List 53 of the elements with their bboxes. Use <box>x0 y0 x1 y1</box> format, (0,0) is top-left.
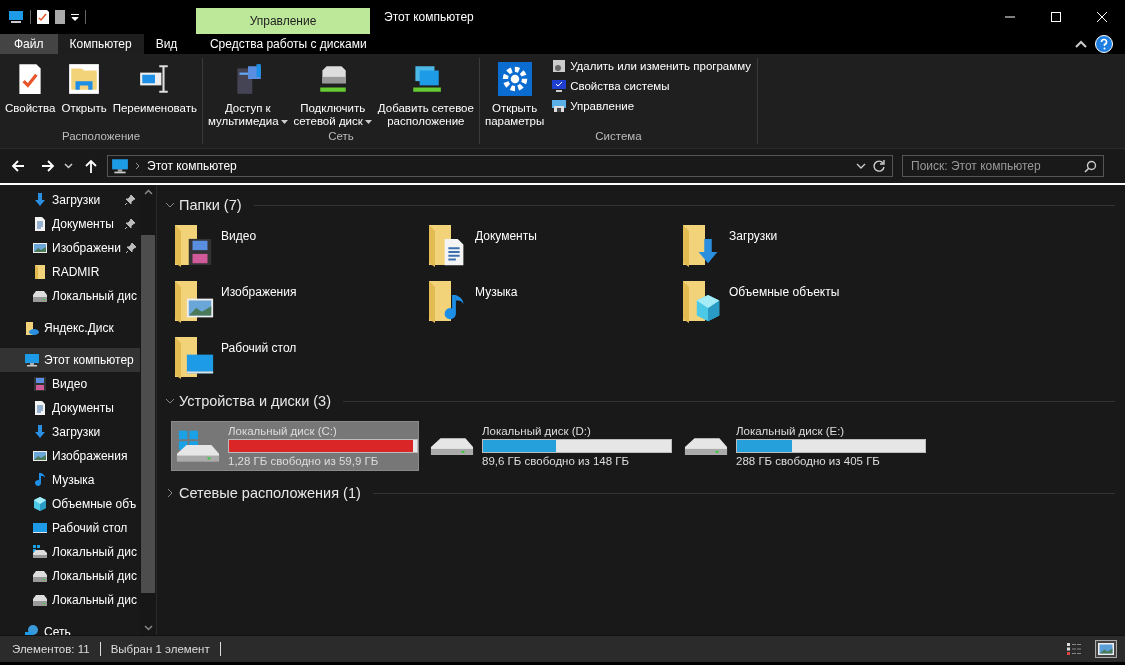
ribbon-tab[interactable]: Средства работы с дисками <box>201 34 376 54</box>
ribbon-button[interactable]: Открыть <box>58 58 110 117</box>
ribbon-button[interactable]: Добавить сетевое расположение <box>374 58 477 130</box>
window-title: Этот компьютер <box>383 9 475 26</box>
folder-item[interactable]: Объемные объекты <box>683 281 937 323</box>
ribbon-button[interactable]: Подключить сетевой диск <box>290 58 375 130</box>
nav-item[interactable]: Этот компьютер <box>0 348 140 372</box>
ribbon-button[interactable]: Переименовать <box>109 58 200 117</box>
ribbon-button[interactable]: Доступ к мультимедиа <box>205 58 291 130</box>
path-segment[interactable]: Этот компьютер <box>147 159 237 173</box>
section-title[interactable]: Папки (7) <box>179 197 242 213</box>
drive-item[interactable]: Локальный диск (D:) 89,6 ГБ свободно из 148 ГБ <box>425 421 673 471</box>
ribbon-tab[interactable]: Вид <box>143 34 190 54</box>
nav-item[interactable]: Видео <box>0 372 140 396</box>
nav-item[interactable]: Локальный дис <box>0 540 140 564</box>
folder-item[interactable]: Загрузки <box>683 225 937 267</box>
folder-item[interactable]: Видео <box>175 225 429 267</box>
nav-item[interactable]: RADMIR <box>0 260 140 284</box>
ribbon-button[interactable]: Управление <box>551 98 751 114</box>
search-field[interactable]: Поиск: Этот компьютер <box>902 155 1104 177</box>
folder-item[interactable]: Документы <box>429 225 683 267</box>
nav-item[interactable]: Локальный дис <box>0 588 140 612</box>
nav-item[interactable]: Музыка <box>0 468 140 492</box>
nav-item[interactable]: Документы <box>0 396 140 420</box>
nav-item[interactable]: Изображения <box>0 444 140 468</box>
ribbon-button[interactable]: Свойства <box>2 58 59 117</box>
section-title[interactable]: Сетевые расположения (1) <box>179 485 361 501</box>
nav-item[interactable]: Изображени <box>0 236 140 260</box>
ribbon-button[interactable]: Свойства системы <box>551 78 751 94</box>
ribbon-tab[interactable]: Компьютер <box>57 34 144 54</box>
nav-item[interactable]: Загрузки <box>0 420 140 444</box>
group-label: Сеть <box>327 130 355 144</box>
item-count: Элементов: 11 <box>12 643 90 655</box>
folder-item[interactable]: Рабочий стол <box>175 337 429 379</box>
nav-item[interactable]: Яндекс.Диск <box>0 316 140 340</box>
ribbon-tab[interactable]: Файл <box>0 34 58 54</box>
address-field[interactable]: Этот компьютер <box>107 155 893 177</box>
selection-count: Выбран 1 элемент <box>110 643 210 655</box>
folder-item[interactable]: Изображения <box>175 281 429 323</box>
folder-item[interactable]: Музыка <box>429 281 683 323</box>
nav-item[interactable]: Рабочий стол <box>0 516 140 540</box>
nav-item[interactable]: Документы <box>0 212 140 236</box>
nav-item[interactable]: Объемные объ <box>0 492 140 516</box>
context-tab-header: Управление <box>196 8 370 34</box>
section-title[interactable]: Устройства и диски (3) <box>179 393 332 409</box>
drive-item[interactable]: Локальный диск (E:) 288 ГБ свободно из 405 ГБ <box>679 421 927 471</box>
group-label: Расположение <box>60 130 142 144</box>
nav-item[interactable]: Локальный дис <box>0 284 140 308</box>
ribbon-button[interactable]: Открыть параметры <box>481 58 548 130</box>
nav-item[interactable]: Локальный дис <box>0 564 140 588</box>
nav-item[interactable]: Загрузки <box>0 188 140 212</box>
group-label: Система <box>594 130 643 144</box>
ribbon-button[interactable]: Удалить или изменить программу <box>551 58 751 74</box>
